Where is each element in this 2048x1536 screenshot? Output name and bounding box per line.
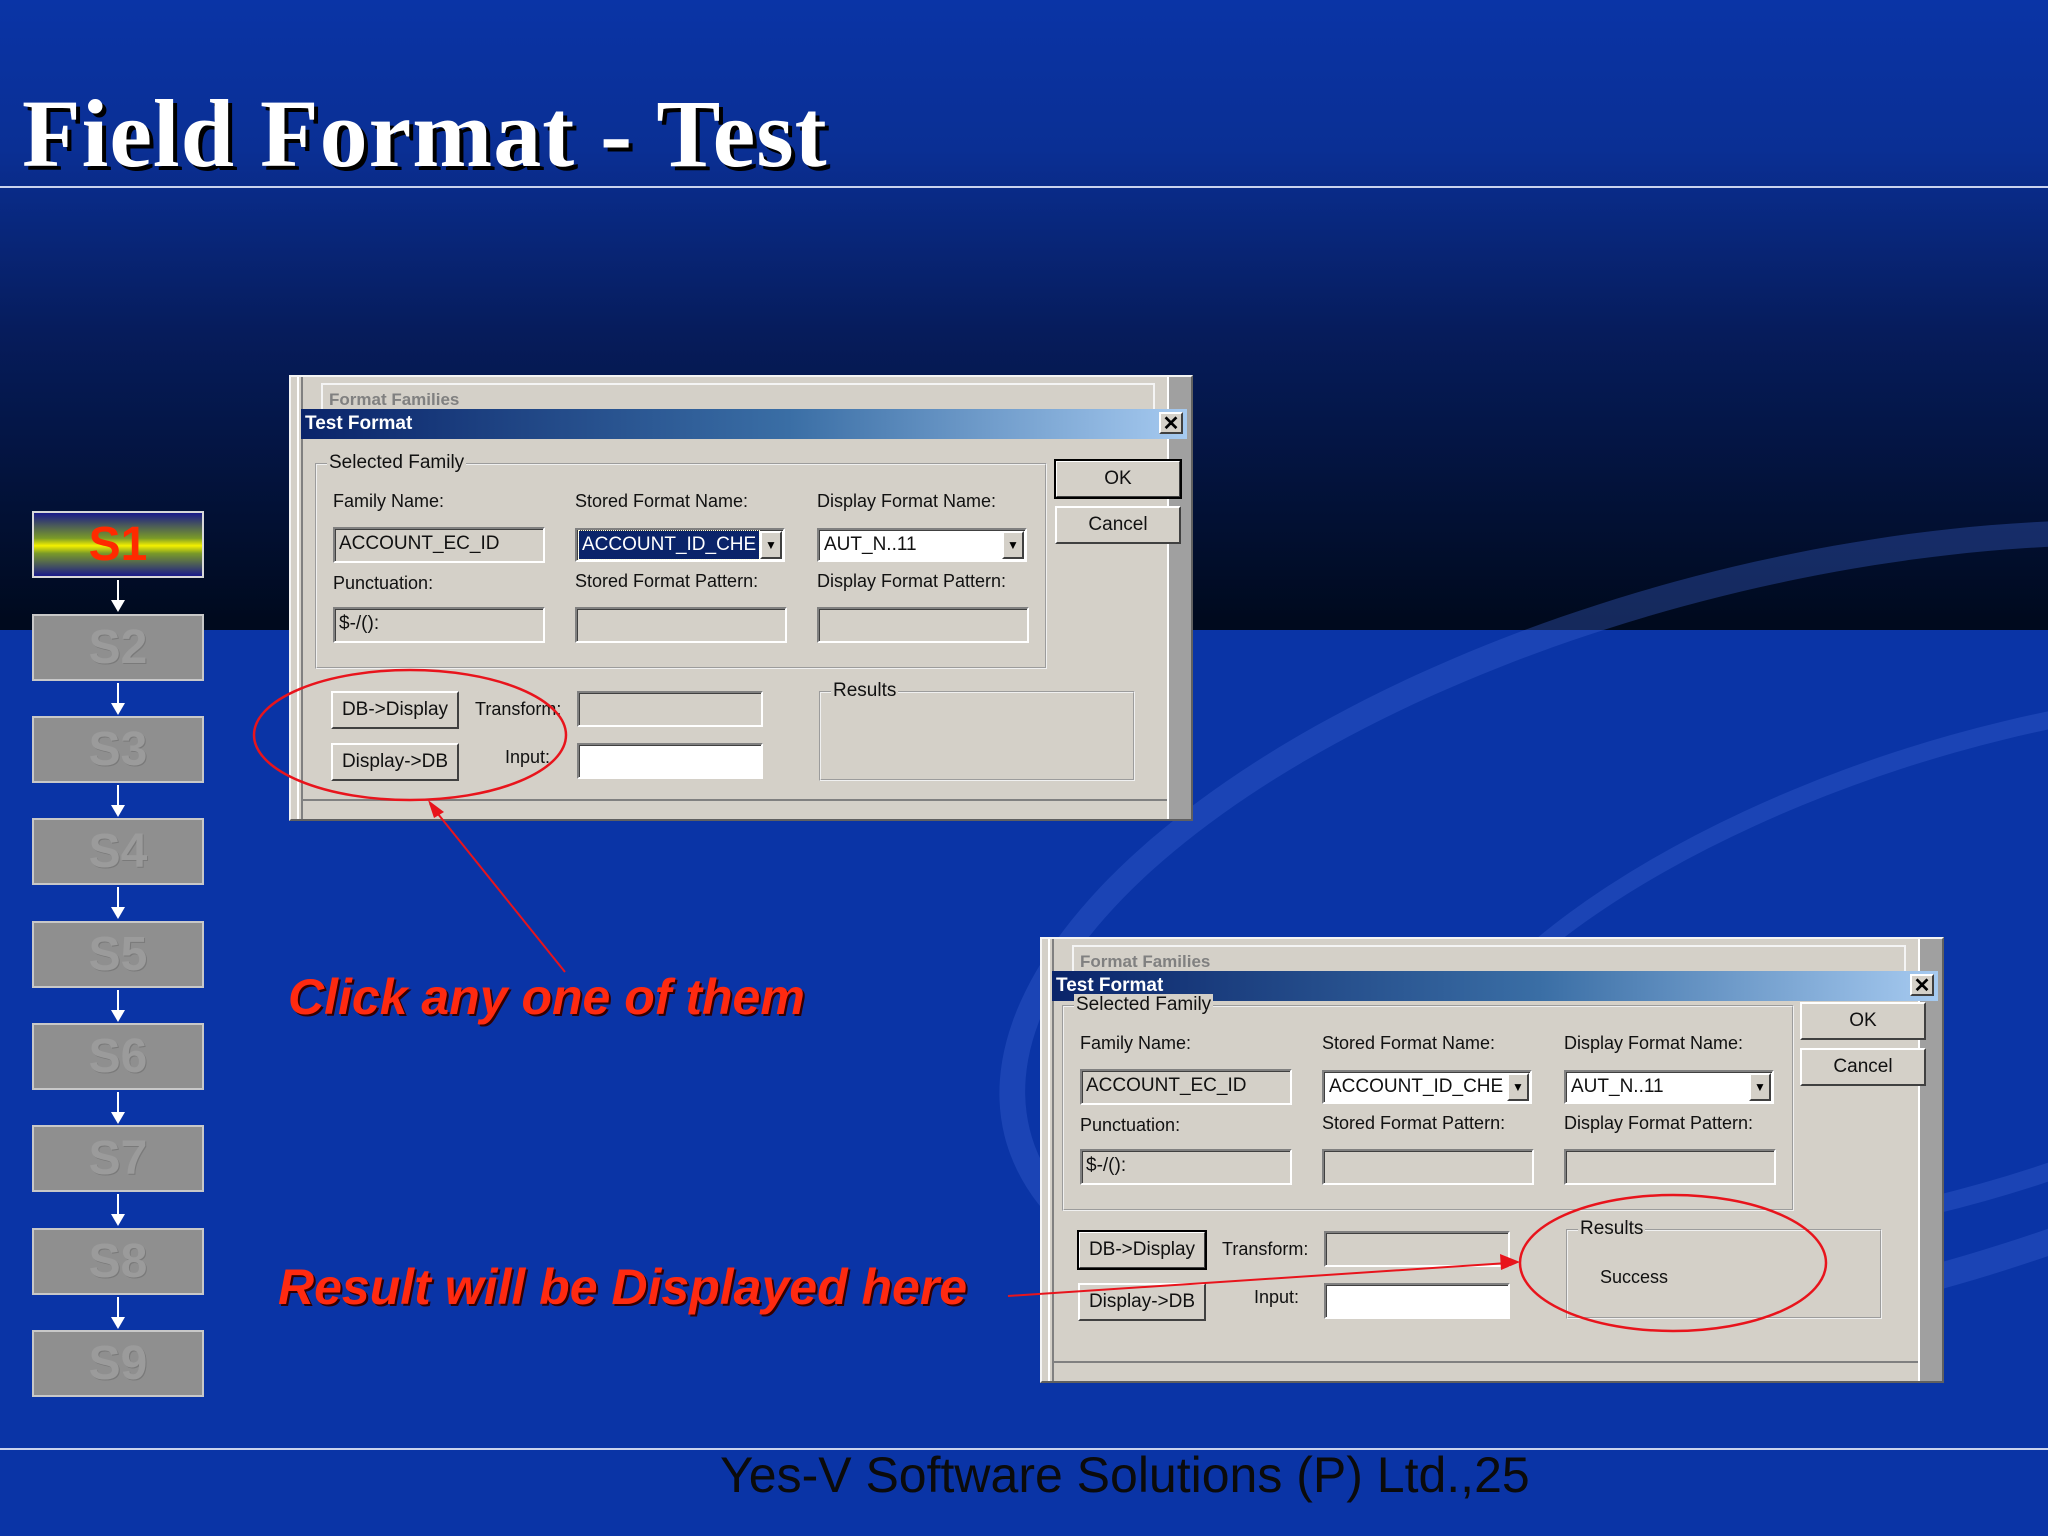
step-arrow-icon (111, 887, 125, 921)
step-s8[interactable]: S8 (32, 1228, 204, 1295)
punctuation-label: Punctuation: (333, 573, 434, 593)
chevron-down-icon[interactable]: ▼ (760, 531, 782, 559)
click-hint-callout: Click any one of them (288, 969, 805, 1025)
step-arrow-icon (111, 1297, 125, 1331)
stored-format-pattern-label: Stored Format Pattern: (1322, 1113, 1506, 1133)
slide-footer: Yes-V Software Solutions (P) Ltd.,25 (720, 1447, 1530, 1503)
format-families-tab[interactable]: Format Families (1072, 945, 1906, 971)
window-bottom-edge (303, 799, 1167, 819)
display-format-name-label: Display Format Name: (817, 491, 997, 511)
display-format-pattern-label: Display Format Pattern: (817, 571, 1007, 591)
close-icon[interactable]: ✕ (1159, 412, 1183, 434)
selected-family-legend: Selected Family (327, 452, 467, 474)
punctuation-field[interactable]: $-/(): (1080, 1149, 1292, 1185)
step-arrow-icon (111, 580, 125, 614)
display-to-db-button[interactable]: Display->DB (331, 743, 459, 781)
step-s6[interactable]: S6 (32, 1023, 204, 1090)
step-arrow-icon (111, 785, 125, 819)
transform-label: Transform: (1222, 1239, 1309, 1259)
family-name-field[interactable]: ACCOUNT_EC_ID (333, 527, 545, 563)
window-bottom-edge (1054, 1361, 1918, 1381)
db-to-display-button[interactable]: DB->Display (331, 691, 459, 729)
dialog-titlebar[interactable]: Test Format ✕ (301, 409, 1187, 439)
stored-format-name-select[interactable]: ACCOUNT_ID_CHE ▼ (1322, 1070, 1532, 1104)
step-arrow-icon (111, 1092, 125, 1126)
cancel-button[interactable]: Cancel (1055, 506, 1181, 544)
slide-title: Field Format - Test (22, 80, 828, 187)
results-legend: Results (831, 680, 899, 702)
display-format-pattern-field[interactable] (1564, 1149, 1776, 1185)
cancel-button[interactable]: Cancel (1800, 1048, 1926, 1086)
result-hint-callout: Result will be Displayed here (278, 1259, 968, 1315)
input-label: Input: (1254, 1287, 1300, 1307)
family-name-field[interactable]: ACCOUNT_EC_ID (1080, 1069, 1292, 1105)
display-format-name-label: Display Format Name: (1564, 1033, 1744, 1053)
results-group: Results Success (1566, 1218, 1882, 1319)
stored-format-name-value: ACCOUNT_ID_CHE (577, 530, 761, 560)
ok-button[interactable]: OK (1800, 1002, 1926, 1040)
title-divider (0, 186, 2048, 188)
stored-format-name-label: Stored Format Name: (1322, 1033, 1496, 1053)
input-field[interactable] (577, 743, 763, 779)
display-format-pattern-field[interactable] (817, 607, 1029, 643)
transform-label: Transform: (475, 699, 562, 719)
stored-format-pattern-field[interactable] (575, 607, 787, 643)
stored-format-name-value: ACCOUNT_ID_CHE (1329, 1076, 1504, 1097)
chevron-down-icon[interactable]: ▼ (1507, 1073, 1529, 1101)
display-format-name-value: AUT_N..11 (1571, 1076, 1664, 1097)
step-s1[interactable]: S1 (32, 511, 204, 578)
selected-family-group: Selected Family Family Name: Stored Form… (1062, 994, 1794, 1211)
step-s4[interactable]: S4 (32, 818, 204, 885)
stored-format-pattern-label: Stored Format Pattern: (575, 571, 759, 591)
display-format-name-value: AUT_N..11 (824, 534, 917, 555)
test-format-dialog-top: Format Families Test Format ✕ Selected F… (289, 375, 1193, 821)
results-group: Results (819, 680, 1135, 781)
step-arrow-icon (111, 990, 125, 1024)
scrollbar[interactable] (1167, 377, 1191, 819)
db-to-display-button[interactable]: DB->Display (1077, 1230, 1207, 1270)
step-s3[interactable]: S3 (32, 716, 204, 783)
step-arrow-icon (111, 683, 125, 717)
input-label: Input: (505, 747, 551, 767)
step-s5[interactable]: S5 (32, 921, 204, 988)
punctuation-label: Punctuation: (1080, 1115, 1181, 1135)
selected-family-legend: Selected Family (1074, 994, 1214, 1016)
stored-format-name-select[interactable]: ACCOUNT_ID_CHE ▼ (575, 528, 785, 562)
chevron-down-icon[interactable]: ▼ (1002, 531, 1024, 559)
window-frame-edge (1048, 939, 1054, 1381)
transform-field[interactable] (1324, 1231, 1510, 1267)
format-families-tab[interactable]: Format Families (321, 383, 1155, 409)
dialog-title: Test Format (305, 413, 413, 434)
display-format-name-select[interactable]: AUT_N..11 ▼ (1564, 1070, 1774, 1104)
family-name-label: Family Name: (333, 491, 445, 511)
window-frame-edge (297, 377, 303, 819)
family-name-label: Family Name: (1080, 1033, 1192, 1053)
step-arrow-icon (111, 1194, 125, 1228)
display-format-pattern-label: Display Format Pattern: (1564, 1113, 1754, 1133)
display-to-db-button[interactable]: Display->DB (1078, 1283, 1206, 1321)
stored-format-pattern-field[interactable] (1322, 1149, 1534, 1185)
step-s7[interactable]: S7 (32, 1125, 204, 1192)
punctuation-field[interactable]: $-/(): (333, 607, 545, 643)
stored-format-name-label: Stored Format Name: (575, 491, 749, 511)
results-value: Success (1600, 1267, 1669, 1287)
close-icon[interactable]: ✕ (1910, 974, 1934, 996)
step-s2[interactable]: S2 (32, 614, 204, 681)
display-format-name-select[interactable]: AUT_N..11 ▼ (817, 528, 1027, 562)
transform-field[interactable] (577, 691, 763, 727)
dialog-title: Test Format (1056, 975, 1164, 996)
test-format-dialog-bottom: Format Families Test Format ✕ Selected F… (1040, 937, 1944, 1383)
input-field[interactable] (1324, 1283, 1510, 1319)
step-s9[interactable]: S9 (32, 1330, 204, 1397)
chevron-down-icon[interactable]: ▼ (1749, 1073, 1771, 1101)
results-legend: Results (1578, 1218, 1646, 1240)
ok-button[interactable]: OK (1054, 459, 1182, 499)
selected-family-group: Selected Family Family Name: Stored Form… (315, 452, 1047, 669)
